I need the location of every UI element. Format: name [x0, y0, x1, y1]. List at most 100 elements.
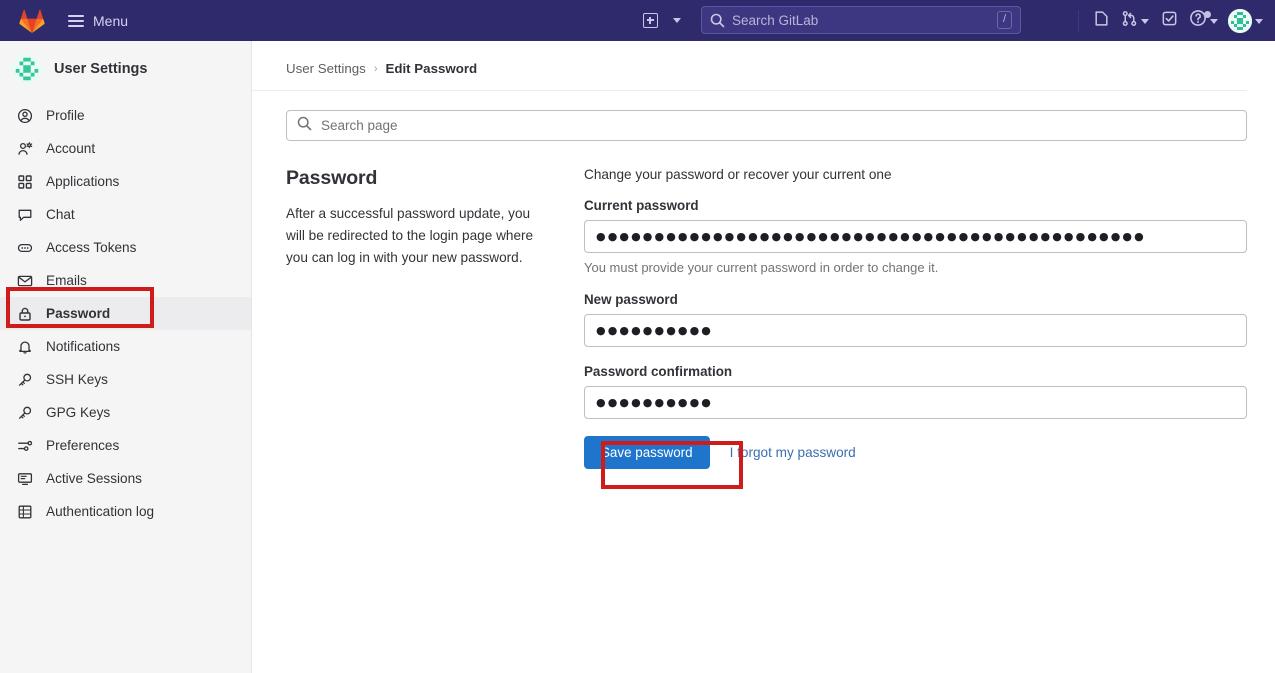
user-identicon-avatar — [12, 54, 42, 84]
help-button[interactable] — [1185, 6, 1222, 36]
sidebar-item-label: Active Sessions — [46, 471, 142, 486]
sidebar-item-applications[interactable]: Applications — [0, 165, 251, 198]
merge-requests-button[interactable] — [1117, 6, 1153, 36]
search-icon — [710, 13, 725, 28]
monitor-icon — [16, 470, 33, 487]
todos-icon — [1161, 10, 1178, 32]
sidebar-item-preferences[interactable]: Preferences — [0, 429, 251, 462]
sidebar-item-password[interactable]: Password — [0, 297, 251, 330]
search-page-placeholder: Search page — [321, 118, 398, 133]
new-password-value: ●●●●●●●●●● — [596, 324, 713, 337]
sidebar-item-chat[interactable]: Chat — [0, 198, 251, 231]
settings-description: After a successful password update, you … — [286, 206, 534, 266]
sidebar-item-access-tokens[interactable]: Access Tokens — [0, 231, 251, 264]
user-menu-button[interactable] — [1224, 6, 1267, 36]
password-settings-section: Password After a successful password upd… — [252, 141, 1275, 469]
sidebar-item-active-sessions[interactable]: Active Sessions — [0, 462, 251, 495]
navbar-divider — [1078, 9, 1079, 32]
search-shortcut-key: / — [996, 11, 1012, 29]
breadcrumb: User Settings › Edit Password — [252, 41, 1247, 91]
help-notification-dot — [1204, 10, 1211, 18]
search-icon — [297, 116, 312, 136]
form-legend: Change your password or recover your cur… — [584, 167, 892, 182]
user-circle-icon — [16, 107, 33, 124]
issues-icon — [1093, 10, 1110, 32]
main-content: User Settings › Edit Password Search pag… — [252, 41, 1275, 673]
current-password-label: Current password — [584, 198, 699, 213]
sidebar-item-label: Password — [46, 306, 111, 321]
top-navbar: Menu Search GitLab / — [0, 0, 1275, 41]
sidebar-item-account[interactable]: Account — [0, 132, 251, 165]
gitlab-tanuki-logo[interactable] — [12, 9, 52, 33]
form-actions: Save password I forgot my password — [584, 436, 1247, 469]
key-icon — [16, 371, 33, 388]
avatar — [1228, 8, 1252, 33]
sidebar-item-gpg-keys[interactable]: GPG Keys — [0, 396, 251, 429]
forgot-password-link[interactable]: I forgot my password — [730, 445, 856, 460]
envelope-icon — [16, 272, 33, 289]
current-password-value: ●●●●●●●●●●●●●●●●●●●●●●●●●●●●●●●●●●●●●●●●… — [596, 230, 1146, 243]
password-confirmation-label: Password confirmation — [584, 364, 733, 379]
sidebar-header[interactable]: User Settings — [0, 41, 251, 97]
password-form: Change your password or recover your cur… — [584, 167, 1247, 469]
user-settings-sidebar: User Settings Profile Account Applicatio… — [0, 41, 252, 673]
sidebar-item-profile[interactable]: Profile — [0, 99, 251, 132]
breadcrumb-current: Edit Password — [385, 61, 478, 76]
save-password-button[interactable]: Save password — [584, 436, 710, 469]
hamburger-icon — [68, 14, 84, 27]
new-password-group: New password ●●●●●●●●●● — [584, 292, 1247, 347]
issues-button[interactable] — [1087, 6, 1115, 36]
main-menu-button[interactable]: Menu — [60, 7, 136, 35]
navbar-right-group — [1076, 0, 1267, 41]
sidebar-item-label: GPG Keys — [46, 405, 111, 420]
sidebar-item-label: Applications — [46, 174, 120, 189]
token-icon — [16, 239, 33, 256]
sidebar-item-emails[interactable]: Emails — [0, 264, 251, 297]
settings-description-column: Password After a successful password upd… — [286, 167, 584, 469]
sidebar-item-label: Access Tokens — [46, 240, 137, 255]
current-password-field[interactable]: ●●●●●●●●●●●●●●●●●●●●●●●●●●●●●●●●●●●●●●●●… — [584, 220, 1247, 253]
sidebar-item-label: Emails — [46, 273, 87, 288]
current-password-group: Current password ●●●●●●●●●●●●●●●●●●●●●●●… — [584, 198, 1247, 275]
breadcrumb-separator: › — [373, 62, 378, 75]
plus-square-icon — [642, 12, 658, 28]
chevron-down-icon — [1210, 18, 1218, 24]
sidebar-item-label: SSH Keys — [46, 372, 108, 387]
new-password-label: New password — [584, 292, 678, 307]
global-search-input[interactable]: Search GitLab / — [701, 6, 1021, 34]
chevron-down-icon — [673, 18, 681, 23]
current-password-help: You must provide your current password i… — [584, 260, 939, 275]
log-table-icon — [16, 503, 33, 520]
sidebar-item-authentication-log[interactable]: Authentication log — [0, 495, 251, 528]
chevron-down-icon — [1255, 18, 1263, 24]
bell-icon — [16, 338, 33, 355]
sidebar-title: User Settings — [54, 61, 148, 77]
sidebar-nav-list: Profile Account Applications Chat Access… — [0, 97, 251, 528]
todos-button[interactable] — [1155, 6, 1183, 36]
chevron-down-icon — [1141, 18, 1149, 24]
password-confirmation-group: Password confirmation ●●●●●●●●●● — [584, 364, 1247, 419]
sidebar-item-label: Account — [46, 141, 96, 156]
sidebar-item-ssh-keys[interactable]: SSH Keys — [0, 363, 251, 396]
sidebar-item-label: Notifications — [46, 339, 121, 354]
applications-grid-icon — [16, 173, 33, 190]
sidebar-item-notifications[interactable]: Notifications — [0, 330, 251, 363]
breadcrumb-root[interactable]: User Settings — [286, 61, 366, 76]
sidebar-item-label: Chat — [46, 207, 75, 222]
navbar-center-group: Search GitLab / — [637, 6, 1021, 34]
search-page-input[interactable]: Search page — [286, 110, 1247, 141]
new-password-field[interactable]: ●●●●●●●●●● — [584, 314, 1247, 347]
sidebar-item-label: Authentication log — [46, 504, 155, 519]
chat-bubble-icon — [16, 206, 33, 223]
password-confirmation-field[interactable]: ●●●●●●●●●● — [584, 386, 1247, 419]
main-menu-label: Menu — [93, 12, 129, 29]
new-item-chevron-button[interactable] — [667, 17, 687, 23]
new-item-button[interactable] — [637, 7, 663, 33]
page-title: Password — [286, 167, 378, 189]
sidebar-item-label: Preferences — [46, 438, 120, 453]
key-icon — [16, 404, 33, 421]
sidebar-item-label: Profile — [46, 108, 85, 123]
merge-requests-icon — [1121, 10, 1138, 32]
global-search-placeholder: Search GitLab — [732, 12, 819, 28]
lock-icon — [16, 305, 33, 322]
